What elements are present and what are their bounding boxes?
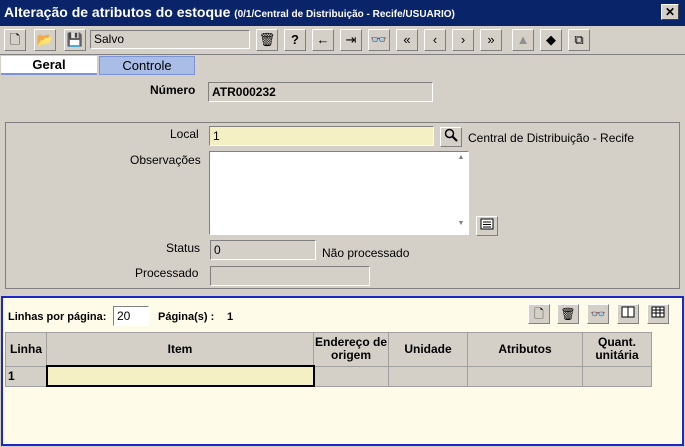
lines-per-page-input[interactable]: 20 bbox=[113, 306, 149, 326]
cell-endereco[interactable] bbox=[313, 365, 389, 387]
tab-geral[interactable]: Geral bbox=[1, 56, 97, 75]
column-header-endereco[interactable]: Endereço de origem bbox=[313, 332, 389, 367]
lines-per-page-label: Linhas por página: bbox=[8, 311, 107, 323]
observacoes-expand-button[interactable] bbox=[476, 216, 498, 236]
road-icon[interactable]: ▲ bbox=[512, 29, 534, 51]
toolbar: 🗋 📂 💾 Salvo 🗑 ? ← ⇥ 👓 « ‹ › » ▲ ◆ ⧉ bbox=[0, 26, 685, 55]
grid-table-button[interactable] bbox=[647, 304, 669, 324]
table-header-row: Linha Item Endereço de origem Unidade At… bbox=[5, 332, 652, 367]
grid-columns-button[interactable] bbox=[617, 304, 639, 324]
delete-trash-icon: 🗑 bbox=[560, 307, 576, 321]
new-document-icon: 🗋 bbox=[534, 307, 544, 321]
cell-unidade[interactable] bbox=[388, 365, 468, 387]
text-editor-icon bbox=[480, 218, 494, 230]
copy-icon[interactable]: ⧉ bbox=[568, 29, 590, 51]
cell-quant[interactable] bbox=[582, 365, 652, 387]
grid-search-button[interactable]: 👓 bbox=[587, 304, 609, 324]
first-record-icon[interactable]: « bbox=[396, 29, 418, 51]
processado-field bbox=[210, 266, 370, 286]
local-label: Local bbox=[170, 127, 199, 141]
column-header-item[interactable]: Item bbox=[46, 332, 314, 367]
help-icon[interactable]: ? bbox=[284, 29, 306, 51]
status-label: Status bbox=[166, 241, 201, 255]
magnifier-icon bbox=[444, 128, 458, 142]
status-field: 0 bbox=[210, 240, 316, 260]
grid-delete-row-button[interactable]: 🗑 bbox=[557, 304, 579, 324]
previous-record-icon[interactable]: ‹ bbox=[424, 29, 446, 51]
numero-label: Número bbox=[150, 83, 196, 97]
exit-icon[interactable]: ⇥ bbox=[340, 29, 362, 51]
table-icon bbox=[651, 306, 665, 318]
delete-trash-icon[interactable]: 🗑 bbox=[256, 29, 278, 51]
local-description: Central de Distribuição - Recife bbox=[468, 131, 635, 145]
grid-add-row-button[interactable]: 🗋 bbox=[528, 304, 550, 324]
eraser-icon[interactable]: ◆ bbox=[540, 29, 562, 51]
local-input[interactable]: 1 bbox=[209, 126, 434, 146]
search-binoculars-icon[interactable]: 👓 bbox=[368, 29, 390, 51]
window-title: Alteração de atributos do estoque (0/1/C… bbox=[4, 4, 455, 20]
pages-label: Página(s) : bbox=[158, 311, 215, 323]
observacoes-textarea[interactable]: ▲ ▼ bbox=[209, 151, 469, 235]
tab-strip: Geral Controle bbox=[0, 55, 685, 75]
processado-label: Processado bbox=[135, 266, 199, 280]
numero-field: ATR000232 bbox=[208, 82, 433, 102]
last-record-icon[interactable]: » bbox=[480, 29, 502, 51]
column-header-linha[interactable]: Linha bbox=[5, 332, 47, 367]
cell-atributos[interactable] bbox=[467, 365, 583, 387]
open-folder-icon[interactable]: 📂 bbox=[34, 29, 56, 51]
items-table: Linha Item Endereço de origem Unidade At… bbox=[5, 332, 652, 387]
cell-linha: 1 bbox=[5, 365, 47, 387]
pages-value: 1 bbox=[227, 311, 234, 323]
table-row: 1 bbox=[5, 365, 652, 387]
status-description: Não processado bbox=[322, 246, 410, 260]
column-header-atributos[interactable]: Atributos bbox=[467, 332, 583, 367]
back-arrow-icon[interactable]: ← bbox=[312, 29, 334, 51]
column-header-quant[interactable]: Quant. unitária bbox=[582, 332, 652, 367]
save-disk-icon[interactable]: 💾 bbox=[64, 29, 86, 51]
scroll-down-icon[interactable]: ▼ bbox=[454, 220, 468, 232]
columns-icon bbox=[621, 306, 635, 318]
tab-controle[interactable]: Controle bbox=[99, 56, 195, 75]
new-document-icon[interactable]: 🗋 bbox=[4, 29, 26, 51]
search-binoculars-icon: 👓 bbox=[590, 307, 606, 321]
close-button[interactable]: ✕ bbox=[661, 4, 679, 20]
cell-item[interactable] bbox=[45, 365, 315, 387]
window-subtitle: (0/1/Central de Distribuição - Recife/US… bbox=[234, 9, 455, 20]
scroll-up-icon[interactable]: ▲ bbox=[454, 154, 468, 166]
observacoes-label: Observações bbox=[130, 153, 201, 167]
observacoes-scrollbar[interactable]: ▲ ▼ bbox=[454, 152, 468, 234]
title-bar: Alteração de atributos do estoque (0/1/C… bbox=[0, 0, 685, 26]
local-lookup-button[interactable] bbox=[440, 127, 462, 147]
items-grid-panel: Linhas por página: 20 Página(s) : 1 🗋 🗑 … bbox=[1, 296, 684, 446]
next-record-icon[interactable]: › bbox=[452, 29, 474, 51]
record-status-field: Salvo bbox=[90, 30, 250, 49]
column-header-unidade[interactable]: Unidade bbox=[388, 332, 468, 367]
